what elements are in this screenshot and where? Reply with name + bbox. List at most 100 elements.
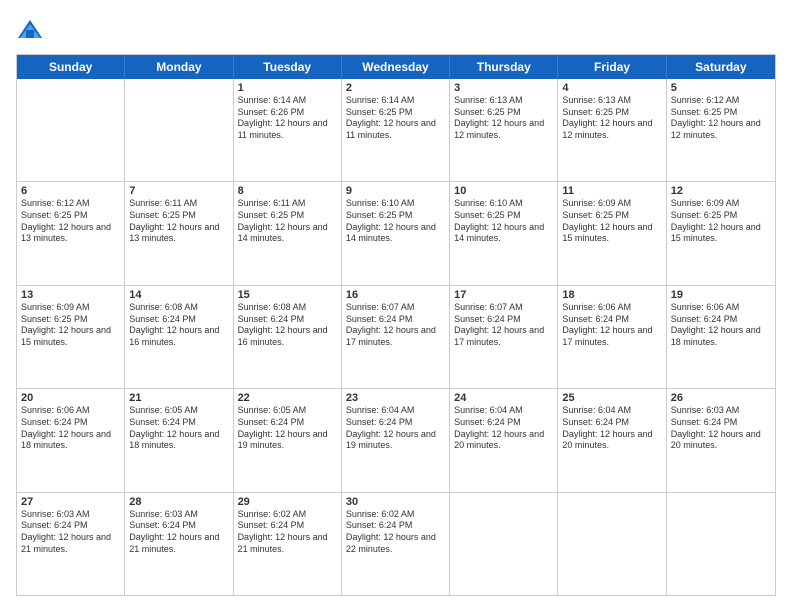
- sun-info: Sunrise: 6:13 AM Sunset: 6:25 PM Dayligh…: [562, 95, 661, 142]
- day-number: 10: [454, 185, 553, 197]
- calendar-header-saturday: Saturday: [667, 55, 775, 79]
- day-number: 25: [562, 392, 661, 404]
- sun-info: Sunrise: 6:10 AM Sunset: 6:25 PM Dayligh…: [346, 198, 445, 245]
- calendar-cell-15: 15Sunrise: 6:08 AM Sunset: 6:24 PM Dayli…: [234, 286, 342, 388]
- day-number: 9: [346, 185, 445, 197]
- day-number: 13: [21, 289, 120, 301]
- sun-info: Sunrise: 6:05 AM Sunset: 6:24 PM Dayligh…: [238, 405, 337, 452]
- calendar-cell-2: 2Sunrise: 6:14 AM Sunset: 6:25 PM Daylig…: [342, 79, 450, 181]
- calendar-cell-7: 7Sunrise: 6:11 AM Sunset: 6:25 PM Daylig…: [125, 182, 233, 284]
- calendar-cell-26: 26Sunrise: 6:03 AM Sunset: 6:24 PM Dayli…: [667, 389, 775, 491]
- calendar-cell-6: 6Sunrise: 6:12 AM Sunset: 6:25 PM Daylig…: [17, 182, 125, 284]
- sun-info: Sunrise: 6:03 AM Sunset: 6:24 PM Dayligh…: [671, 405, 771, 452]
- calendar-cell-27: 27Sunrise: 6:03 AM Sunset: 6:24 PM Dayli…: [17, 493, 125, 595]
- calendar-cell-11: 11Sunrise: 6:09 AM Sunset: 6:25 PM Dayli…: [558, 182, 666, 284]
- calendar-cell-29: 29Sunrise: 6:02 AM Sunset: 6:24 PM Dayli…: [234, 493, 342, 595]
- sun-info: Sunrise: 6:04 AM Sunset: 6:24 PM Dayligh…: [454, 405, 553, 452]
- calendar-header-wednesday: Wednesday: [342, 55, 450, 79]
- calendar-cell-30: 30Sunrise: 6:02 AM Sunset: 6:24 PM Dayli…: [342, 493, 450, 595]
- day-number: 8: [238, 185, 337, 197]
- sun-info: Sunrise: 6:05 AM Sunset: 6:24 PM Dayligh…: [129, 405, 228, 452]
- day-number: 4: [562, 82, 661, 94]
- day-number: 17: [454, 289, 553, 301]
- sun-info: Sunrise: 6:04 AM Sunset: 6:24 PM Dayligh…: [562, 405, 661, 452]
- day-number: 15: [238, 289, 337, 301]
- sun-info: Sunrise: 6:07 AM Sunset: 6:24 PM Dayligh…: [454, 302, 553, 349]
- calendar-header-sunday: Sunday: [17, 55, 125, 79]
- sun-info: Sunrise: 6:09 AM Sunset: 6:25 PM Dayligh…: [671, 198, 771, 245]
- calendar-header-friday: Friday: [558, 55, 666, 79]
- calendar-cell-24: 24Sunrise: 6:04 AM Sunset: 6:24 PM Dayli…: [450, 389, 558, 491]
- sun-info: Sunrise: 6:12 AM Sunset: 6:25 PM Dayligh…: [21, 198, 120, 245]
- sun-info: Sunrise: 6:11 AM Sunset: 6:25 PM Dayligh…: [238, 198, 337, 245]
- calendar-header-row: SundayMondayTuesdayWednesdayThursdayFrid…: [17, 55, 775, 79]
- calendar-header-monday: Monday: [125, 55, 233, 79]
- calendar-cell-9: 9Sunrise: 6:10 AM Sunset: 6:25 PM Daylig…: [342, 182, 450, 284]
- calendar-cell-empty-4-6: [667, 493, 775, 595]
- sun-info: Sunrise: 6:04 AM Sunset: 6:24 PM Dayligh…: [346, 405, 445, 452]
- calendar-week-3: 13Sunrise: 6:09 AM Sunset: 6:25 PM Dayli…: [17, 286, 775, 389]
- day-number: 5: [671, 82, 771, 94]
- calendar-cell-19: 19Sunrise: 6:06 AM Sunset: 6:24 PM Dayli…: [667, 286, 775, 388]
- sun-info: Sunrise: 6:11 AM Sunset: 6:25 PM Dayligh…: [129, 198, 228, 245]
- calendar-cell-21: 21Sunrise: 6:05 AM Sunset: 6:24 PM Dayli…: [125, 389, 233, 491]
- calendar-header-thursday: Thursday: [450, 55, 558, 79]
- day-number: 11: [562, 185, 661, 197]
- calendar-header-tuesday: Tuesday: [234, 55, 342, 79]
- day-number: 1: [238, 82, 337, 94]
- header: [16, 16, 776, 44]
- calendar-cell-20: 20Sunrise: 6:06 AM Sunset: 6:24 PM Dayli…: [17, 389, 125, 491]
- sun-info: Sunrise: 6:10 AM Sunset: 6:25 PM Dayligh…: [454, 198, 553, 245]
- calendar-cell-empty-4-4: [450, 493, 558, 595]
- day-number: 18: [562, 289, 661, 301]
- sun-info: Sunrise: 6:06 AM Sunset: 6:24 PM Dayligh…: [21, 405, 120, 452]
- day-number: 14: [129, 289, 228, 301]
- page: SundayMondayTuesdayWednesdayThursdayFrid…: [0, 0, 792, 612]
- sun-info: Sunrise: 6:13 AM Sunset: 6:25 PM Dayligh…: [454, 95, 553, 142]
- sun-info: Sunrise: 6:09 AM Sunset: 6:25 PM Dayligh…: [562, 198, 661, 245]
- calendar-cell-3: 3Sunrise: 6:13 AM Sunset: 6:25 PM Daylig…: [450, 79, 558, 181]
- sun-info: Sunrise: 6:02 AM Sunset: 6:24 PM Dayligh…: [238, 509, 337, 556]
- calendar-cell-16: 16Sunrise: 6:07 AM Sunset: 6:24 PM Dayli…: [342, 286, 450, 388]
- sun-info: Sunrise: 6:03 AM Sunset: 6:24 PM Dayligh…: [129, 509, 228, 556]
- calendar-cell-18: 18Sunrise: 6:06 AM Sunset: 6:24 PM Dayli…: [558, 286, 666, 388]
- day-number: 19: [671, 289, 771, 301]
- day-number: 12: [671, 185, 771, 197]
- calendar-cell-empty-4-5: [558, 493, 666, 595]
- calendar-cell-13: 13Sunrise: 6:09 AM Sunset: 6:25 PM Dayli…: [17, 286, 125, 388]
- logo-icon: [16, 16, 44, 44]
- calendar-cell-1: 1Sunrise: 6:14 AM Sunset: 6:26 PM Daylig…: [234, 79, 342, 181]
- calendar-week-1: 1Sunrise: 6:14 AM Sunset: 6:26 PM Daylig…: [17, 79, 775, 182]
- day-number: 16: [346, 289, 445, 301]
- day-number: 24: [454, 392, 553, 404]
- sun-info: Sunrise: 6:12 AM Sunset: 6:25 PM Dayligh…: [671, 95, 771, 142]
- day-number: 22: [238, 392, 337, 404]
- day-number: 30: [346, 496, 445, 508]
- calendar-week-4: 20Sunrise: 6:06 AM Sunset: 6:24 PM Dayli…: [17, 389, 775, 492]
- sun-info: Sunrise: 6:06 AM Sunset: 6:24 PM Dayligh…: [562, 302, 661, 349]
- sun-info: Sunrise: 6:09 AM Sunset: 6:25 PM Dayligh…: [21, 302, 120, 349]
- day-number: 21: [129, 392, 228, 404]
- day-number: 23: [346, 392, 445, 404]
- sun-info: Sunrise: 6:14 AM Sunset: 6:25 PM Dayligh…: [346, 95, 445, 142]
- calendar-cell-empty-0-1: [125, 79, 233, 181]
- calendar-cell-14: 14Sunrise: 6:08 AM Sunset: 6:24 PM Dayli…: [125, 286, 233, 388]
- calendar-week-2: 6Sunrise: 6:12 AM Sunset: 6:25 PM Daylig…: [17, 182, 775, 285]
- sun-info: Sunrise: 6:14 AM Sunset: 6:26 PM Dayligh…: [238, 95, 337, 142]
- calendar-cell-17: 17Sunrise: 6:07 AM Sunset: 6:24 PM Dayli…: [450, 286, 558, 388]
- calendar-cell-28: 28Sunrise: 6:03 AM Sunset: 6:24 PM Dayli…: [125, 493, 233, 595]
- day-number: 3: [454, 82, 553, 94]
- day-number: 6: [21, 185, 120, 197]
- calendar-week-5: 27Sunrise: 6:03 AM Sunset: 6:24 PM Dayli…: [17, 493, 775, 595]
- calendar-cell-5: 5Sunrise: 6:12 AM Sunset: 6:25 PM Daylig…: [667, 79, 775, 181]
- day-number: 26: [671, 392, 771, 404]
- day-number: 28: [129, 496, 228, 508]
- sun-info: Sunrise: 6:08 AM Sunset: 6:24 PM Dayligh…: [238, 302, 337, 349]
- calendar-body: 1Sunrise: 6:14 AM Sunset: 6:26 PM Daylig…: [17, 79, 775, 595]
- calendar-cell-22: 22Sunrise: 6:05 AM Sunset: 6:24 PM Dayli…: [234, 389, 342, 491]
- calendar-cell-10: 10Sunrise: 6:10 AM Sunset: 6:25 PM Dayli…: [450, 182, 558, 284]
- sun-info: Sunrise: 6:02 AM Sunset: 6:24 PM Dayligh…: [346, 509, 445, 556]
- day-number: 20: [21, 392, 120, 404]
- calendar-cell-25: 25Sunrise: 6:04 AM Sunset: 6:24 PM Dayli…: [558, 389, 666, 491]
- sun-info: Sunrise: 6:07 AM Sunset: 6:24 PM Dayligh…: [346, 302, 445, 349]
